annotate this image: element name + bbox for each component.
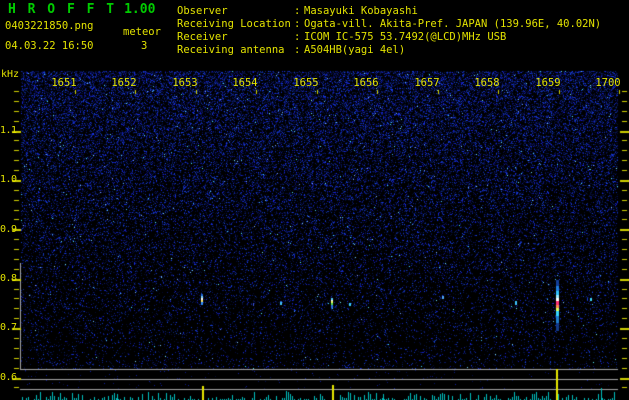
info-label: Observer: [177, 5, 228, 17]
hrofft-screen: H R O F F T 1.00 0403221850.png meteor 04…: [0, 0, 629, 400]
time-tick-label: 1652: [111, 77, 137, 89]
datetime-label: 04.03.22 16:50: [5, 40, 94, 52]
freq-tick-label: 1.1: [0, 125, 17, 136]
info-label: Receiver: [177, 31, 228, 43]
app-version: 1.00: [124, 2, 156, 17]
freq-tick-label: 0.8: [0, 273, 17, 284]
time-tick-label: 1651: [51, 77, 77, 89]
time-tick-label: 1659: [535, 77, 561, 89]
time-tick-label: 1658: [474, 77, 500, 89]
y-axis-unit: kHz: [1, 69, 20, 80]
info-value: ICOM IC-575 53.7492(@LCD)MHz USB: [304, 31, 507, 43]
app-title-row: H R O F F T 1.00: [8, 2, 156, 17]
info-value: Masayuki Kobayashi: [304, 5, 418, 17]
info-colon: :: [294, 5, 301, 17]
info-label: Receiving antenna: [177, 44, 285, 56]
time-tick-label: 1656: [353, 77, 379, 89]
output-filename: 0403221850.png: [5, 20, 94, 32]
info-colon: :: [294, 18, 301, 30]
info-colon: :: [294, 31, 301, 43]
freq-tick-label: 0.9: [0, 224, 17, 235]
freq-tick-label: 0.6: [0, 372, 17, 383]
time-tick-label: 1654: [232, 77, 258, 89]
info-colon: :: [294, 44, 301, 56]
info-row-receiver: Receiver: ICOM IC-575 53.7492(@LCD)MHz US…: [177, 32, 506, 43]
freq-tick-label: 0.7: [0, 322, 17, 333]
info-label: Receiving Location: [177, 18, 291, 30]
mode-label: meteor: [123, 26, 161, 38]
info-value: Ogata-vill. Akita-Pref. JAPAN (139.96E, …: [304, 18, 602, 30]
time-tick-label: 1653: [172, 77, 198, 89]
info-row-observer: Observer: Masayuki Kobayashi: [177, 6, 418, 17]
info-value: A504HB(yagi 4el): [304, 44, 406, 56]
meteor-count: 3: [141, 40, 148, 52]
freq-tick-label: 1.0: [0, 174, 17, 185]
time-tick-label: 1657: [414, 77, 440, 89]
app-title: H R O F F T: [8, 2, 117, 17]
info-row-location: Receiving Location: Ogata-vill. Akita-Pre…: [177, 19, 601, 30]
time-tick-label: 1700: [595, 77, 621, 89]
time-tick-label: 1655: [293, 77, 319, 89]
spectrogram-canvas: [0, 0, 629, 400]
info-row-antenna: Receiving antenna: A504HB(yagi 4el): [177, 45, 405, 56]
